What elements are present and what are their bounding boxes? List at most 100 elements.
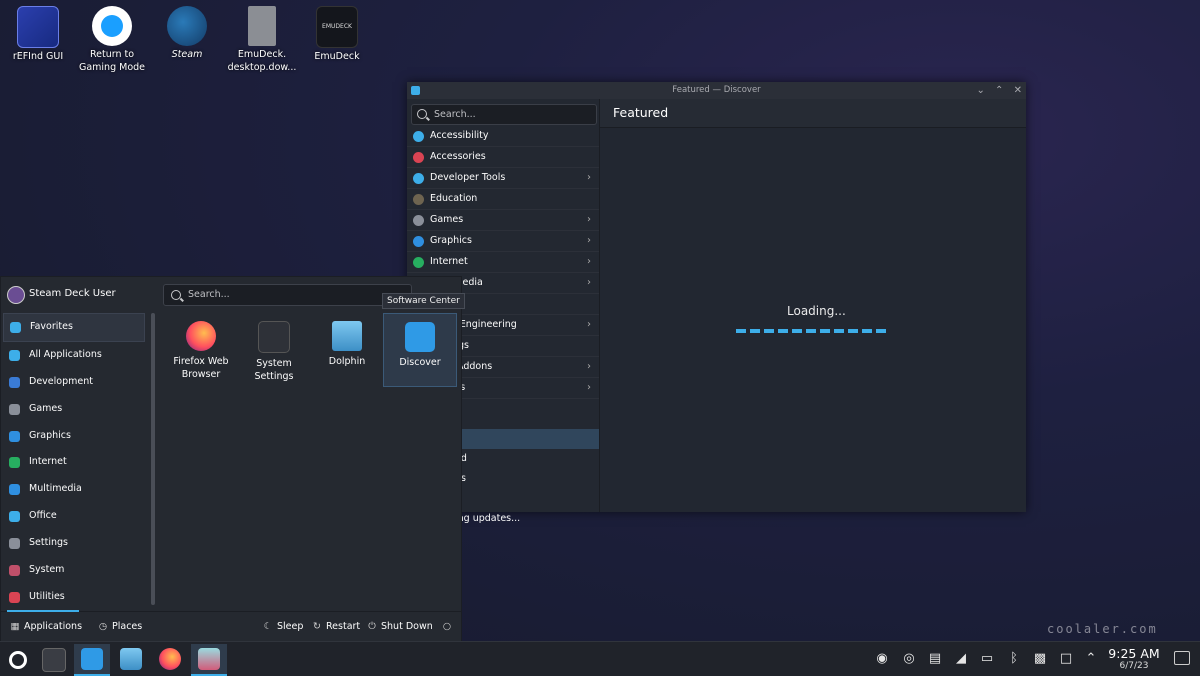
emudeck-icon: EMUDECK (316, 6, 358, 48)
avatar (7, 286, 25, 304)
steam-tray-icon[interactable]: ◉ (874, 651, 890, 667)
desktop-icon-emudeck[interactable]: EMUDECK EmuDeck (302, 0, 372, 63)
category-label: Development (29, 375, 93, 387)
launcher-category-item[interactable]: Office (3, 503, 145, 530)
desktop-icon-return-gaming[interactable]: Return to Gaming Mode (77, 0, 147, 74)
category-icon (9, 511, 20, 523)
clock-time: 9:25 AM (1108, 646, 1160, 661)
shutdown-button[interactable]: ⏻ Shut Down (367, 621, 433, 632)
category-label: Games (430, 214, 464, 225)
launcher-footer: ▦ Applications ◷ Places ☾ Sleep ↻ Restart ⏻ S… (1, 610, 461, 642)
discover-window[interactable]: Featured — Discover ⌄ ⌃ ✕ Search... Acce… (407, 82, 1026, 524)
app-label: System Settings (254, 358, 294, 382)
app-label: Firefox Web Browser (173, 356, 229, 380)
app-label: Dolphin (328, 356, 366, 367)
category-label: All Applications (29, 348, 102, 360)
launcher-category-item[interactable]: System (3, 557, 145, 584)
task-screenshot-app[interactable] (191, 644, 227, 676)
category-item[interactable]: Education (407, 189, 599, 210)
desktop-icon-emudeck-desktop[interactable]: EmuDeck. desktop.dow... (227, 0, 297, 74)
window-controls: ⌄ ⌃ ✕ (969, 82, 1022, 99)
maximize-icon[interactable]: ⌃ (995, 85, 1003, 96)
category-item[interactable]: Graphics › (407, 231, 599, 252)
app-firefox[interactable]: Firefox Web Browser (165, 313, 237, 385)
desktop-icon-refind[interactable]: rEFInd GUI (3, 0, 73, 63)
loading-label: Loading... (787, 304, 846, 318)
launcher-category-item[interactable]: Development (3, 369, 145, 396)
desktop-icon-steam[interactable]: Steam (152, 0, 222, 61)
launcher-button[interactable] (0, 644, 36, 674)
discover-app-icon (411, 86, 420, 95)
application-launcher: Steam Deck User Search... Favorites All A… (0, 276, 465, 643)
updates-tray-icon[interactable]: ◎ (901, 651, 917, 667)
task-dolphin[interactable] (113, 644, 149, 674)
launcher-category-item[interactable]: Internet (3, 449, 145, 476)
firefox-icon (159, 648, 181, 670)
launcher-category-item[interactable]: Settings (3, 530, 145, 557)
clipboard-icon[interactable]: ▤ (927, 651, 943, 667)
discover-search-input[interactable]: Search... (411, 104, 597, 125)
category-label: Accessibility (430, 130, 489, 141)
chevron-up-icon[interactable]: ⌃ (1083, 651, 1099, 667)
launcher-category-item[interactable]: Games (3, 396, 145, 423)
show-desktop-icon[interactable] (1174, 651, 1190, 665)
launcher-category-item[interactable]: Favorites (3, 313, 145, 342)
chevron-right-icon: › (587, 382, 591, 393)
firefox-icon (186, 321, 216, 351)
battery-icon[interactable]: ▭ (979, 651, 995, 667)
category-icon (9, 538, 20, 550)
grid-icon: ▦ (10, 621, 20, 632)
steam-icon (167, 6, 207, 46)
category-label: Accessories (430, 151, 486, 162)
task-discover[interactable] (74, 644, 110, 676)
category-icon (413, 215, 424, 226)
folder-icon (332, 321, 362, 351)
moon-icon: ☾ (263, 621, 273, 632)
steamdeck-logo-icon (9, 651, 27, 669)
category-item[interactable]: Developer Tools › (407, 168, 599, 189)
launcher-search-input[interactable]: Search... (163, 284, 412, 306)
launcher-category-list: Favorites All Applications Development Game… (3, 313, 145, 611)
shopping-bag-icon (81, 648, 103, 670)
category-item[interactable]: Accessibility (407, 126, 599, 147)
task-system-settings[interactable] (36, 644, 72, 674)
volume-icon[interactable]: ◢ (953, 651, 969, 667)
category-label: Utilities (29, 590, 65, 602)
scrollbar[interactable] (151, 313, 155, 605)
app-system-settings[interactable]: System Settings (238, 313, 310, 385)
search-icon (171, 290, 181, 300)
launcher-category-item[interactable]: Graphics (3, 423, 145, 450)
tab-places[interactable]: ◷ Places (98, 621, 142, 632)
taskbar: ◉ ◎ ▤ ◢ ▭ ᛒ ▩ □ ⌃ 9:25 AM 6/7/23 (0, 641, 1200, 676)
window-titlebar[interactable]: Featured — Discover ⌄ ⌃ ✕ (407, 82, 1026, 99)
category-label: Internet (29, 456, 67, 468)
category-label: Internet (430, 256, 468, 267)
desktop-icon-label: rEFInd GUI (12, 51, 64, 62)
category-item[interactable]: Internet › (407, 252, 599, 273)
close-icon[interactable]: ✕ (1014, 85, 1022, 96)
category-label: System (29, 564, 65, 576)
leave-options-button[interactable]: ○ (442, 621, 456, 632)
digital-clock[interactable]: 9:25 AM 6/7/23 (1104, 646, 1164, 671)
sleep-button[interactable]: ☾ Sleep (263, 621, 304, 632)
tab-applications[interactable]: ▦ Applications (10, 621, 83, 632)
launcher-category-item[interactable]: Multimedia (3, 476, 145, 503)
bluetooth-icon[interactable]: ᛒ (1006, 651, 1022, 667)
desktop-icon-label: Return to Gaming Mode (78, 49, 146, 73)
app-discover[interactable]: Discover (383, 313, 457, 387)
launcher-category-item[interactable]: Utilities (3, 584, 145, 611)
network-icon[interactable]: □ (1058, 651, 1074, 667)
shopping-bag-icon (405, 322, 435, 352)
category-label: Education (430, 193, 478, 204)
category-icon (413, 131, 424, 142)
storage-device-icon[interactable]: ▩ (1032, 651, 1048, 667)
settings-sliders-icon (258, 321, 290, 353)
task-firefox[interactable] (152, 644, 188, 674)
launcher-category-item[interactable]: All Applications (3, 342, 145, 369)
category-item[interactable]: Accessories (407, 147, 599, 168)
app-dolphin[interactable]: Dolphin (311, 313, 383, 385)
category-label: Favorites (30, 321, 73, 332)
category-item[interactable]: Games › (407, 210, 599, 231)
restart-button[interactable]: ↻ Restart (312, 621, 360, 632)
minimize-icon[interactable]: ⌄ (976, 85, 984, 96)
